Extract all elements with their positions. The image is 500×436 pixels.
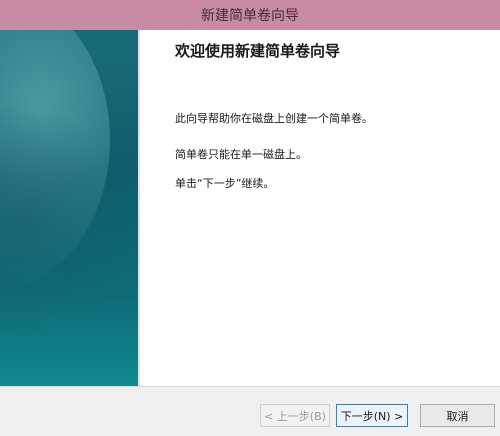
cancel-button[interactable]: 取消 xyxy=(420,404,495,427)
back-button[interactable]: < 上一步(B) xyxy=(260,404,330,427)
wizard-text-intro: 此向导帮助你在磁盘上创建一个简单卷。 xyxy=(175,112,373,125)
wizard-heading: 欢迎使用新建简单卷向导 xyxy=(175,42,341,60)
wizard-text-instruction: 单击“下一步”继续。 xyxy=(175,177,275,190)
wizard-text-note: 简单卷只能在单一磁盘上。 xyxy=(175,148,307,161)
panel-edge xyxy=(138,30,140,386)
title-bar: 新建简单卷向导 xyxy=(0,0,500,30)
next-button[interactable]: 下一步(N) > xyxy=(336,404,408,427)
window-title: 新建简单卷向导 xyxy=(201,8,299,24)
decorative-swoosh-shadow xyxy=(0,100,140,340)
button-bar: < 上一步(B) 下一步(N) > 取消 xyxy=(0,386,500,436)
wizard-content: 欢迎使用新建简单卷向导 此向导帮助你在磁盘上创建一个简单卷。 简单卷只能在单一磁… xyxy=(0,30,500,386)
side-graphic-panel xyxy=(0,30,140,386)
